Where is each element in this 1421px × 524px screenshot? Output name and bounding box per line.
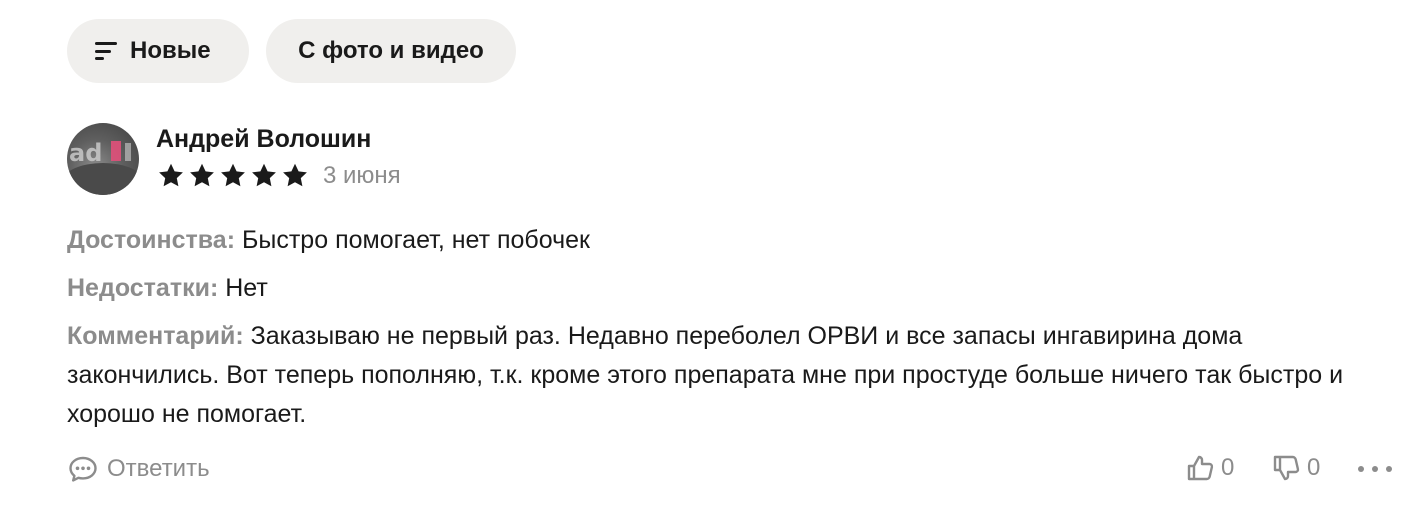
star-icon: [283, 163, 307, 187]
dislike-button[interactable]: 0: [1271, 452, 1320, 484]
photo-video-filter-label: С фото и видео: [298, 37, 484, 64]
reply-button[interactable]: Ответить: [67, 453, 210, 485]
star-icon: [252, 163, 276, 187]
photo-video-filter-button[interactable]: С фото и видео: [266, 19, 516, 83]
cons-text: Нет: [225, 274, 268, 302]
thumbs-down-icon: [1273, 455, 1300, 481]
review-comment: Комментарий: Заказываю не первый раз. Не…: [67, 317, 1387, 434]
avatar-image: ad: [67, 139, 139, 195]
more-dot: [1386, 466, 1392, 472]
star-icon: [221, 163, 245, 187]
more-dot: [1372, 466, 1378, 472]
reply-label: Ответить: [107, 455, 210, 482]
more-dot: [1358, 466, 1364, 472]
review-filters: Новые С фото и видео: [67, 19, 516, 83]
cons-label: Недостатки:: [67, 274, 219, 302]
avatar[interactable]: ad: [67, 123, 139, 195]
pros-label: Достоинства:: [67, 226, 236, 254]
like-count: 0: [1221, 454, 1235, 481]
sort-button[interactable]: Новые: [67, 19, 249, 83]
more-dots-icon[interactable]: [1358, 453, 1392, 485]
review-cons: Недостатки: Нет: [67, 269, 268, 308]
thumbs-up-icon: [1187, 455, 1214, 481]
comment-text: Заказываю не первый раз. Недавно перебол…: [67, 322, 1344, 428]
comment-bubble-icon: [69, 456, 97, 482]
review-pros: Достоинства: Быстро помогает, нет побоче…: [67, 221, 590, 260]
comment-label: Комментарий:: [67, 322, 244, 350]
sort-lines-icon: [95, 42, 119, 60]
review-author-name[interactable]: Андрей Волошин: [156, 125, 371, 154]
svg-text:ad: ad: [69, 139, 102, 167]
pros-text: Быстро помогает, нет побочек: [241, 226, 590, 254]
rating-stars: [157, 162, 309, 190]
dislike-count: 0: [1307, 454, 1321, 481]
sort-button-label: Новые: [130, 37, 211, 64]
star-icon: [190, 163, 214, 187]
star-icon: [159, 163, 183, 187]
review-date: 3 июня: [323, 162, 401, 189]
like-button[interactable]: 0: [1185, 452, 1234, 484]
